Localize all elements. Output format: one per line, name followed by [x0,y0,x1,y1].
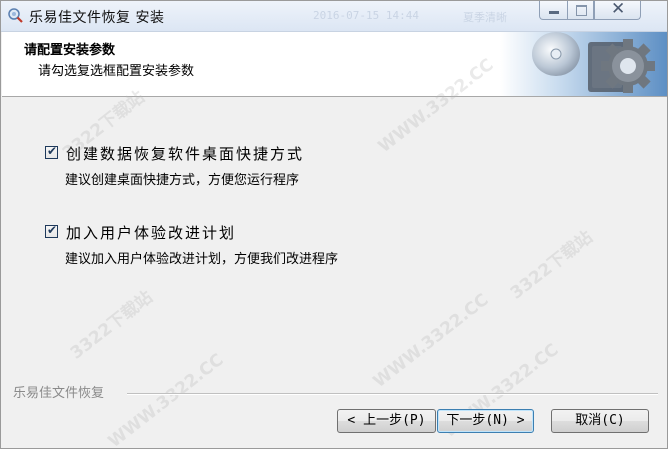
watermark-url: WWW.3322.CC [369,290,493,392]
app-icon [8,8,23,23]
brand-label: 乐易佳文件恢复 [13,386,105,401]
window-title: 乐易佳文件恢复 安装 [29,10,165,26]
checkmark-icon: ✔ [47,223,58,237]
page-title: 请配置安装参数 [24,43,116,58]
page-subtitle: 请勾选复选框配置安装参数 [38,64,195,79]
ux-improvement-checkbox[interactable]: ✔ [45,223,58,238]
settings-gear-banner-icon [500,32,667,96]
wizard-header: 请配置安装参数 请勾选复选框配置安装参数 [2,32,667,97]
watermark-text: 3322下载站 [66,287,157,364]
minimize-icon [549,11,559,14]
installer-window: 乐易佳文件恢复 安装 2016-07-15 14:44 夏季清晰 ✕ 请配置安装… [0,0,668,452]
title-watermark-date: 2016-07-15 14:44 [313,9,419,22]
watermark-url: WWW.3322.CC [104,350,228,452]
footer-divider [127,393,658,395]
title-bar[interactable]: 乐易佳文件恢复 安装 2016-07-15 14:44 夏季清晰 ✕ [1,0,667,32]
title-watermark-text: 夏季清晰 [463,11,507,24]
close-icon: ✕ [611,0,626,19]
maximize-button[interactable] [567,1,594,20]
close-button[interactable]: ✕ [594,0,641,20]
desktop-shortcut-description: 建议创建桌面快捷方式，方便您运行程序 [65,173,300,188]
desktop-shortcut-checkbox[interactable]: ✔ [45,144,58,159]
checkmark-icon: ✔ [47,144,58,158]
minimize-button[interactable] [539,1,568,20]
watermark-text: 3322下载站 [506,227,597,304]
maximize-icon [576,5,587,16]
next-button[interactable]: 下一步(N) > [437,409,534,433]
desktop-shortcut-label[interactable]: 创建数据恢复软件桌面快捷方式 [66,143,304,164]
ux-improvement-label[interactable]: 加入用户体验改进计划 [66,222,236,243]
back-button[interactable]: < 上一步(P) [337,409,436,433]
cancel-button[interactable]: 取消(C) [551,409,649,433]
ux-improvement-description: 建议加入用户体验改进计划，方便我们改进程序 [65,252,339,267]
